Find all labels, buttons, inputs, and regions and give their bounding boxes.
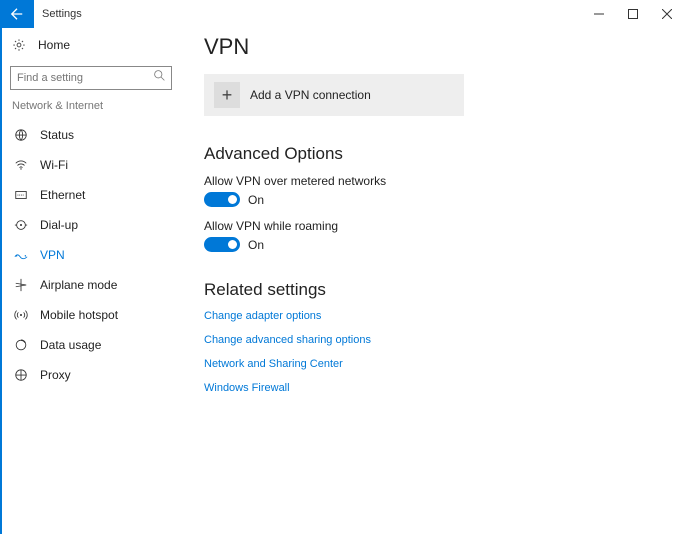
roaming-state: On: [248, 238, 264, 252]
main-content: VPN + Add a VPN connection Advanced Opti…: [180, 28, 690, 534]
window-title: Settings: [42, 8, 82, 20]
sidebar-item-label: Wi-Fi: [40, 158, 68, 172]
sidebar-item-data-usage[interactable]: Data usage: [2, 330, 180, 360]
sidebar-home-label: Home: [38, 38, 70, 52]
dialup-icon: [12, 218, 30, 232]
link-advanced-sharing[interactable]: Change advanced sharing options: [204, 334, 670, 346]
sidebar-item-hotspot[interactable]: Mobile hotspot: [2, 300, 180, 330]
metered-state: On: [248, 193, 264, 207]
sidebar-item-wifi[interactable]: Wi-Fi: [2, 150, 180, 180]
maximize-icon: [628, 9, 638, 19]
plus-icon: +: [214, 82, 240, 108]
search-input[interactable]: [10, 66, 172, 90]
sidebar-item-vpn[interactable]: VPN: [2, 240, 180, 270]
add-vpn-button[interactable]: + Add a VPN connection: [204, 74, 464, 116]
sidebar-item-status[interactable]: Status: [2, 120, 180, 150]
close-icon: [662, 9, 672, 19]
search-icon: [153, 69, 166, 82]
ethernet-icon: [12, 188, 30, 202]
hotspot-icon: [12, 308, 30, 322]
titlebar: Settings: [0, 0, 690, 28]
page-title: VPN: [204, 34, 670, 60]
sidebar: Home Network & Internet Status Wi-Fi Eth…: [2, 28, 180, 534]
sidebar-item-airplane[interactable]: Airplane mode: [2, 270, 180, 300]
proxy-icon: [12, 368, 30, 382]
sidebar-item-label: Data usage: [40, 338, 101, 352]
search-box[interactable]: [10, 66, 172, 90]
section-related: Related settings: [204, 280, 670, 300]
roaming-label: Allow VPN while roaming: [204, 219, 670, 233]
sidebar-item-label: Ethernet: [40, 188, 85, 202]
sidebar-item-label: Dial-up: [40, 218, 78, 232]
minimize-button[interactable]: [582, 0, 616, 28]
globe-icon: [12, 128, 30, 142]
sidebar-item-proxy[interactable]: Proxy: [2, 360, 180, 390]
metered-toggle[interactable]: [204, 192, 240, 207]
minimize-icon: [594, 9, 604, 19]
link-windows-firewall[interactable]: Windows Firewall: [204, 382, 670, 394]
sidebar-group-label: Network & Internet: [2, 100, 180, 120]
sidebar-item-label: Airplane mode: [40, 278, 117, 292]
add-vpn-label: Add a VPN connection: [250, 88, 371, 102]
link-adapter-options[interactable]: Change adapter options: [204, 310, 670, 322]
sidebar-item-label: VPN: [40, 248, 65, 262]
sidebar-home[interactable]: Home: [2, 32, 180, 58]
wifi-icon: [12, 158, 30, 172]
close-button[interactable]: [650, 0, 684, 28]
sidebar-item-label: Proxy: [40, 368, 71, 382]
gear-icon: [12, 38, 30, 52]
sidebar-item-label: Status: [40, 128, 74, 142]
window-controls: [582, 0, 684, 28]
vpn-icon: [12, 248, 30, 262]
airplane-icon: [12, 278, 30, 292]
maximize-button[interactable]: [616, 0, 650, 28]
sidebar-item-ethernet[interactable]: Ethernet: [2, 180, 180, 210]
arrow-left-icon: [10, 7, 24, 21]
roaming-toggle[interactable]: [204, 237, 240, 252]
link-network-sharing-center[interactable]: Network and Sharing Center: [204, 358, 670, 370]
back-button[interactable]: [0, 0, 34, 28]
sidebar-item-dialup[interactable]: Dial-up: [2, 210, 180, 240]
section-advanced: Advanced Options: [204, 144, 670, 164]
metered-label: Allow VPN over metered networks: [204, 174, 670, 188]
data-usage-icon: [12, 338, 30, 352]
sidebar-item-label: Mobile hotspot: [40, 308, 118, 322]
